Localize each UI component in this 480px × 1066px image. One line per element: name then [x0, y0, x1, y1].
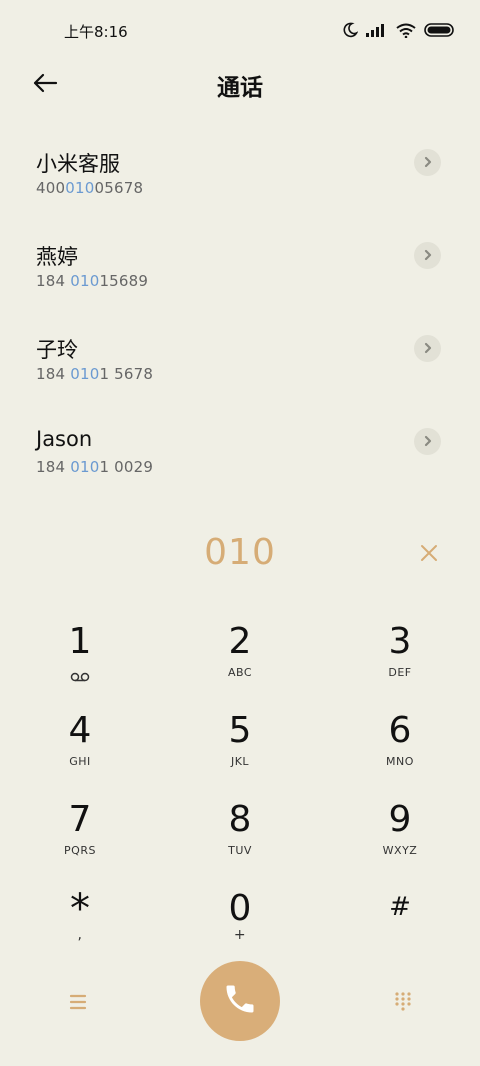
key-0[interactable]: 0 + — [180, 887, 300, 965]
contact-row[interactable]: 小米客服 40001005678 — [0, 130, 480, 223]
bottom-bar — [0, 960, 480, 1042]
key-digit: 2 — [228, 621, 252, 662]
contact-detail-button[interactable] — [414, 335, 441, 362]
contact-detail-button[interactable] — [414, 149, 441, 176]
contact-name: 子玲 — [36, 338, 78, 362]
key-digit: * — [70, 886, 90, 932]
key-digit: 6 — [388, 710, 412, 751]
key-digit: 0 — [228, 888, 252, 929]
key-letters: ABC — [227, 666, 253, 679]
key-6[interactable]: 6 MNO — [340, 709, 460, 787]
status-bar: 上午8:16 — [0, 0, 480, 62]
key-digit: 8 — [228, 799, 252, 840]
wifi-icon — [396, 23, 416, 38]
contact-name: 小米客服 — [36, 152, 120, 176]
contact-number: 184 01015689 — [36, 272, 149, 290]
contact-list: 小米客服 40001005678 燕婷 184 01015689 子玲 184 … — [0, 130, 480, 502]
key-star[interactable]: * , — [20, 887, 140, 965]
contact-number: 184 0101 0029 — [36, 458, 154, 476]
menu-icon — [66, 994, 90, 1018]
dialed-number: 010 — [204, 532, 276, 573]
key-letters: WXYZ — [382, 844, 418, 857]
page-title: 通话 — [217, 75, 263, 101]
key-letters: GHI — [69, 755, 91, 768]
key-4[interactable]: 4 GHI — [20, 709, 140, 787]
call-button[interactable] — [200, 961, 280, 1041]
number-match: 010 — [70, 272, 100, 290]
key-digit: 7 — [68, 799, 92, 840]
chevron-right-icon — [422, 432, 434, 451]
key-digit: 1 — [68, 621, 92, 662]
contact-detail-button[interactable] — [414, 428, 441, 455]
key-letters: , — [77, 927, 83, 943]
battery-icon — [424, 23, 454, 37]
key-9[interactable]: 9 WXYZ — [340, 798, 460, 876]
number-match: 010 — [65, 179, 95, 197]
key-8[interactable]: 8 TUV — [180, 798, 300, 876]
chevron-right-icon — [422, 246, 434, 265]
moon-icon — [342, 22, 358, 38]
key-digit: 4 — [68, 710, 92, 751]
number-match: 010 — [70, 365, 100, 383]
keypad-icon — [392, 992, 414, 1016]
contact-row[interactable]: 子玲 184 0101 5678 — [0, 316, 480, 409]
key-2[interactable]: 2 ABC — [180, 620, 300, 698]
key-digit: 9 — [388, 799, 412, 840]
contact-name: 燕婷 — [36, 245, 78, 269]
chevron-right-icon — [422, 339, 434, 358]
dial-display: 010 — [0, 530, 480, 580]
contact-number: 40001005678 — [36, 179, 144, 197]
contact-number: 184 0101 5678 — [36, 365, 154, 383]
status-time: 上午8:16 — [64, 23, 128, 41]
key-5[interactable]: 5 JKL — [180, 709, 300, 787]
menu-button[interactable] — [66, 990, 90, 1014]
close-icon — [419, 545, 439, 567]
app-header: 通话 — [0, 62, 480, 104]
signal-icon — [366, 23, 388, 37]
key-letters: TUV — [228, 844, 252, 857]
key-1[interactable]: 1 — [20, 620, 140, 698]
contact-name: Jason — [36, 427, 93, 451]
clear-button[interactable] — [419, 543, 439, 563]
key-digit: # — [389, 892, 411, 922]
phone-icon — [222, 981, 258, 1021]
key-letters: JKL — [230, 755, 250, 768]
contact-row[interactable]: 燕婷 184 01015689 — [0, 223, 480, 316]
voicemail-icon — [20, 667, 140, 686]
contact-row[interactable]: Jason 184 0101 0029 — [0, 409, 480, 502]
key-7[interactable]: 7 PQRS — [20, 798, 140, 876]
key-digit: 3 — [388, 621, 412, 662]
key-letters: + — [233, 927, 247, 943]
keypad-toggle-button[interactable] — [392, 990, 414, 1012]
key-letters: DEF — [388, 666, 412, 679]
number-match: 010 — [70, 458, 100, 476]
chevron-right-icon — [422, 153, 434, 172]
contact-detail-button[interactable] — [414, 242, 441, 269]
key-hash[interactable]: # — [340, 887, 460, 965]
status-icons — [342, 22, 454, 38]
key-3[interactable]: 3 DEF — [340, 620, 460, 698]
key-letters: PQRS — [64, 844, 96, 857]
key-letters: MNO — [386, 755, 414, 768]
key-digit: 5 — [228, 710, 252, 751]
